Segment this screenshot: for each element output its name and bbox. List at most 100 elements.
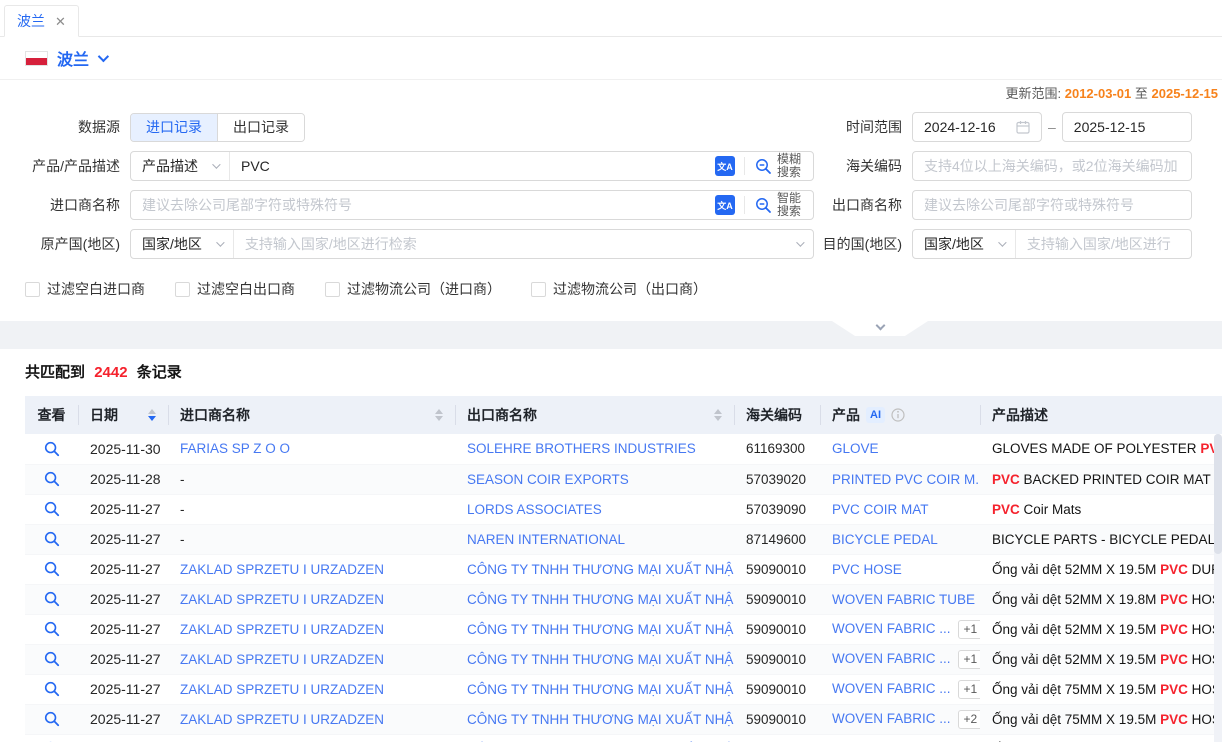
origin-country-input[interactable]: [234, 236, 796, 252]
origin-label: 原产国(地区): [0, 234, 120, 254]
importer-link[interactable]: ZAKLAD SPRZETU I URZADZEN: [180, 592, 384, 607]
exporter-link[interactable]: LORDS ASSOCIATES: [467, 502, 602, 517]
importer-link[interactable]: FARIAS SP Z O O: [180, 441, 290, 456]
close-icon[interactable]: ✕: [55, 15, 66, 28]
chevron-down-icon: [216, 238, 224, 246]
exporter-search-input[interactable]: [913, 197, 1191, 213]
export-records-button[interactable]: 出口记录: [217, 114, 304, 141]
destination-country-input[interactable]: [1016, 236, 1191, 252]
view-record-button[interactable]: [25, 434, 78, 464]
exporter-link[interactable]: SOLEHRE BROTHERS INDUSTRIES: [467, 441, 696, 456]
more-products-tag[interactable]: +1: [958, 680, 980, 699]
col-date: 日期: [78, 396, 168, 434]
more-products-tag[interactable]: +1: [958, 620, 980, 639]
exporter-link[interactable]: CÔNG TY TNHH THƯƠNG MẠI XUẤT NHẬP...: [467, 592, 734, 607]
view-record-button[interactable]: [25, 645, 78, 674]
date-from-input[interactable]: [913, 119, 1016, 135]
product-link[interactable]: WOVEN FABRIC ...: [832, 651, 951, 666]
importer-link[interactable]: ZAKLAD SPRZETU I URZADZEN: [180, 622, 384, 637]
description-cell: PVC Coir Mats: [980, 494, 1222, 524]
more-products-tag[interactable]: +2: [958, 710, 980, 729]
exporter-link[interactable]: SEASON COIR EXPORTS: [467, 472, 629, 487]
search-minus-icon: [755, 197, 772, 214]
exporter-link[interactable]: CÔNG TY TNHH THƯƠNG MẠI XUẤT NHẬP...: [467, 622, 734, 637]
destination-country-select[interactable]: 国家/地区: [913, 230, 1016, 258]
translate-icon[interactable]: 文A: [715, 156, 735, 176]
update-range-label: 更新范围:: [1005, 86, 1061, 101]
origin-country-select[interactable]: 国家/地区: [131, 230, 234, 258]
table-header-row: 查看 日期 进口商名称 出口商名称 海关编码: [25, 396, 1222, 434]
smart-search-button[interactable]: 智能搜索: [745, 192, 813, 218]
exporter-link[interactable]: CÔNG TY TNHH THƯƠNG MẠI XUẤT NHẬP...: [467, 682, 734, 697]
exporter-field: [912, 190, 1222, 220]
product-link[interactable]: WOVEN FABRIC TUBE: [832, 592, 975, 607]
checkbox-icon[interactable]: [531, 282, 546, 297]
description-cell: Ống vải dệt 52MM X 19.5M PVC DUR...: [980, 554, 1222, 584]
importer-link[interactable]: ZAKLAD SPRZETU I URZADZEN: [180, 652, 384, 667]
tab-poland[interactable]: 波兰 ✕: [4, 5, 79, 37]
importer-search-input[interactable]: [131, 197, 706, 213]
keyword-highlight: PVC: [992, 502, 1020, 517]
view-record-button[interactable]: [25, 675, 78, 704]
view-record-button[interactable]: [25, 615, 78, 644]
importer-link[interactable]: ZAKLAD SPRZETU I URZADZEN: [180, 682, 384, 697]
exporter-link[interactable]: CÔNG TY TNHH THƯƠNG MẠI XUẤT NHẬP...: [467, 652, 734, 667]
view-record-button[interactable]: [25, 465, 78, 494]
product-type-select[interactable]: 产品描述: [131, 152, 230, 180]
chevron-down-icon: [212, 160, 220, 168]
scrollbar-thumb[interactable]: [1214, 434, 1222, 554]
product-link[interactable]: WOVEN FABRIC ...: [832, 681, 951, 696]
description-cell: Ống vải dệt 52MM X 19.5M PVC HOS...: [980, 614, 1222, 644]
chevron-down-icon: [998, 238, 1006, 246]
product-search-input[interactable]: [230, 158, 706, 174]
view-record-button[interactable]: [25, 525, 78, 554]
sort-date[interactable]: [148, 409, 156, 421]
description-cell: PVC BACKED PRINTED COIR MAT 40...: [980, 464, 1222, 494]
results-summary: 共匹配到 2442 条记录: [0, 361, 1222, 382]
keyword-highlight: PVC: [1160, 682, 1188, 697]
product-link[interactable]: PRINTED PVC COIR M...: [832, 472, 980, 487]
exporter-link[interactable]: CÔNG TY TNHH THƯƠNG MẠI XUẤT NHẬP...: [467, 712, 734, 727]
date-to-input[interactable]: [1063, 119, 1191, 135]
checkbox-filter-blank-exporter[interactable]: 过滤空白出口商: [175, 279, 295, 299]
view-record-button[interactable]: [25, 735, 78, 742]
exporter-link[interactable]: NAREN INTERNATIONAL: [467, 532, 625, 547]
checkbox-filter-logistics-importer[interactable]: 过滤物流公司（进口商）: [325, 279, 501, 299]
checkbox-filter-logistics-exporter[interactable]: 过滤物流公司（出口商）: [531, 279, 707, 299]
view-record-button[interactable]: [25, 585, 78, 614]
checkbox-icon[interactable]: [25, 282, 40, 297]
more-products-tag[interactable]: +1: [958, 650, 980, 669]
product-link[interactable]: BICYCLE PEDAL: [832, 532, 938, 547]
view-record-button[interactable]: [25, 495, 78, 524]
translate-icon[interactable]: 文A: [715, 195, 735, 215]
view-record-button[interactable]: [25, 705, 78, 734]
fuzzy-search-button[interactable]: 模糊搜索: [745, 153, 813, 179]
col-product-label: 产品: [832, 405, 860, 425]
hs-code-cell: 59090010: [734, 614, 820, 644]
info-icon[interactable]: [891, 408, 905, 422]
table-row: 2025-11-27 ZAKLAD SPRZETU I URZADZEN CÔN…: [25, 734, 1222, 742]
product-link[interactable]: PVC HOSE: [832, 562, 902, 577]
product-link[interactable]: GLOVE: [832, 441, 879, 456]
chevron-down-icon[interactable]: [98, 51, 109, 62]
checkbox-icon[interactable]: [175, 282, 190, 297]
hs-code-input[interactable]: [913, 158, 1191, 174]
import-records-button[interactable]: 进口记录: [131, 114, 217, 141]
product-link[interactable]: PVC COIR MAT: [832, 502, 929, 517]
date-cell: 2025-11-27: [78, 674, 168, 704]
calendar-icon[interactable]: [1016, 120, 1030, 134]
product-link[interactable]: WOVEN FABRIC ...: [832, 711, 951, 726]
vertical-scrollbar[interactable]: [1214, 434, 1222, 742]
sort-importer[interactable]: [435, 409, 443, 421]
product-link[interactable]: WOVEN FABRIC ...: [832, 621, 951, 636]
view-record-button[interactable]: [25, 555, 78, 584]
fuzzy-search-label: 模糊搜索: [777, 153, 803, 179]
importer-link[interactable]: ZAKLAD SPRZETU I URZADZEN: [180, 562, 384, 577]
exporter-link[interactable]: CÔNG TY TNHH THƯƠNG MẠI XUẤT NHẬP...: [467, 562, 734, 577]
sort-exporter[interactable]: [714, 409, 722, 421]
importer-link[interactable]: ZAKLAD SPRZETU I URZADZEN: [180, 712, 384, 727]
checkbox-icon[interactable]: [325, 282, 340, 297]
collapse-filters-button[interactable]: [832, 321, 928, 336]
checkbox-filter-blank-importer[interactable]: 过滤空白进口商: [25, 279, 145, 299]
update-range: 更新范围: 2012-03-01 至 2025-12-15: [0, 85, 1222, 103]
